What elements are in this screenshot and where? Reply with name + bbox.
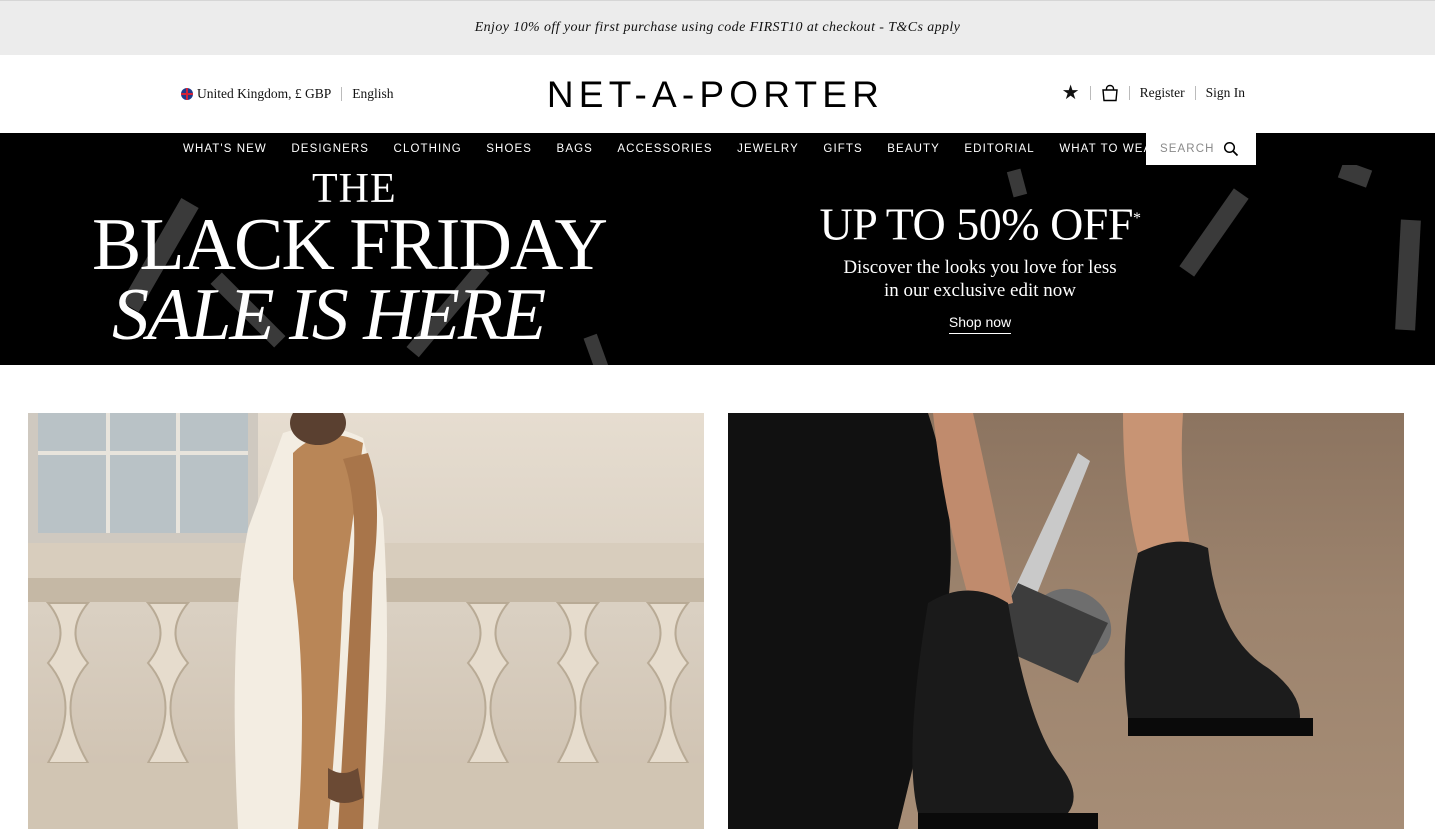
locale-label: United Kingdom, £ GBP [197,86,332,101]
banner-headline: THE BLACK FRIDAY SALE IS HERE [0,165,720,365]
search-icon[interactable] [1223,141,1239,157]
nav-whats-new[interactable]: WHAT'S NEW [183,143,267,155]
register-link[interactable]: Register [1140,85,1185,101]
nav-beauty[interactable]: BEAUTY [887,143,940,155]
offer-block: UP TO 50% OFF* Discover the looks you lo… [780,193,1180,335]
divider [1128,86,1130,100]
nav-shoes[interactable]: SHOES [486,143,532,155]
decorative-shard [1337,165,1373,188]
offer-asterisk: * [1132,210,1141,227]
boots-photo [728,413,1313,829]
nav-gifts[interactable]: GIFTS [823,143,862,155]
divider [1194,86,1196,100]
site-header: United Kingdom, £ GBP English NET-A-PORT… [0,55,1435,133]
decorative-shard [1179,188,1249,277]
headline-line-3: SALE IS HERE [112,274,546,356]
language-selector[interactable]: English [352,86,393,102]
promo-bar[interactable]: Enjoy 10% off your first purchase using … [0,0,1435,55]
offer-headline: UP TO 50% OFF* [819,198,1141,250]
nav-jewelry[interactable]: JEWELRY [737,143,799,155]
offer-subtext-2: in our exclusive edit now [883,280,1077,302]
promo-text: Enjoy 10% off your first purchase using … [474,20,961,35]
divider [1089,86,1091,100]
knitwear-photo [28,413,704,829]
nav-clothing[interactable]: CLOTHING [394,143,462,155]
nav-accessories[interactable]: ACCESSORIES [617,143,712,155]
site-logo[interactable]: NET-A-PORTER [533,75,898,115]
locale-selector[interactable]: United Kingdom, £ GBP English [181,86,394,102]
product-tile-knitwear[interactable] [28,413,704,829]
search-placeholder: SEARCH [1160,143,1215,155]
sign-in-link[interactable]: Sign In [1206,85,1245,101]
decorative-shard [1395,219,1421,331]
nav-bags[interactable]: BAGS [557,143,593,155]
uk-flag-icon [181,88,193,100]
shopping-bag-icon[interactable] [1101,84,1119,102]
star-icon[interactable]: ★ [1062,83,1080,103]
divider [341,87,343,101]
black-friday-banner[interactable]: THE BLACK FRIDAY SALE IS HERE UP TO 50% … [0,165,1435,365]
shop-now-link[interactable]: Shop now [948,314,1012,335]
account-links: ★ Register Sign In [1062,83,1245,103]
nav-designers[interactable]: DESIGNERS [291,143,369,155]
product-tile-boots[interactable] [728,413,1404,829]
nav-editorial[interactable]: EDITORIAL [964,143,1034,155]
search-input[interactable]: SEARCH [1146,133,1256,165]
offer-subtext-1: Discover the looks you love for less [843,257,1117,279]
main-navigation: WHAT'S NEW DESIGNERS CLOTHING SHOES BAGS… [0,133,1435,165]
